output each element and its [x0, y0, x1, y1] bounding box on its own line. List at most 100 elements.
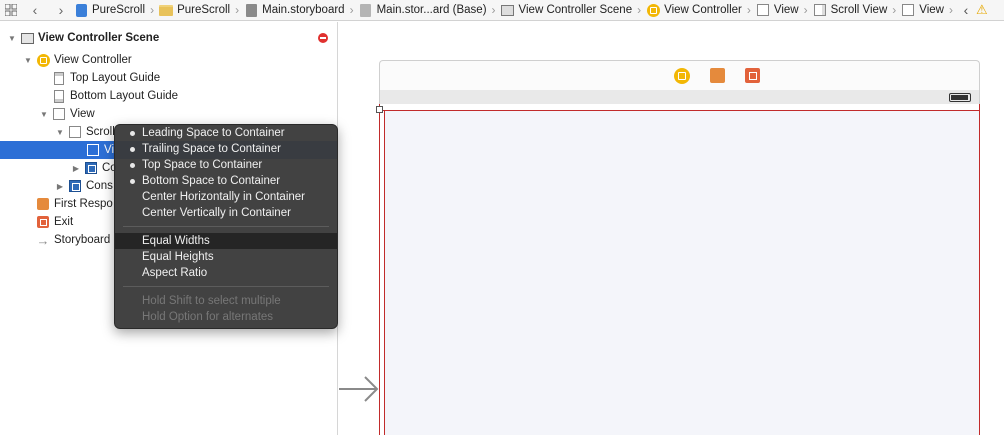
menu-item-label: Trailing Space to Container	[142, 143, 281, 155]
disclosure-triangle-icon[interactable]	[39, 110, 49, 119]
crumb-folder[interactable]: PureScroll ›	[159, 0, 244, 20]
outline-label: Vi	[104, 144, 115, 156]
crumb-label: PureScroll	[177, 4, 231, 16]
forward-chevron-icon[interactable]: ›	[48, 0, 74, 20]
outline-label: Storyboard	[54, 234, 111, 246]
crumb-content-view[interactable]: View ›	[901, 0, 958, 20]
menu-item-label: Hold Option for alternates	[142, 311, 274, 323]
menu-hint-option: Hold Option for alternates	[115, 309, 337, 325]
crumb-label: Scroll View	[830, 4, 888, 16]
first-responder-icon	[36, 197, 50, 211]
menu-item-label: Equal Heights	[142, 251, 214, 263]
exit-icon[interactable]	[745, 68, 760, 83]
storyboard-canvas[interactable]	[339, 22, 1004, 435]
related-items-grid-icon[interactable]	[0, 0, 22, 20]
menu-item-bottom-space[interactable]: Bottom Space to Container	[115, 173, 337, 189]
chevron-right-icon: ›	[349, 3, 354, 17]
disclosure-triangle-icon[interactable]	[55, 182, 65, 191]
outline-label: View Controller Scene	[38, 32, 160, 44]
outline-bottom-layout-guide-row[interactable]: Bottom Layout Guide	[0, 87, 338, 105]
exit-icon	[36, 215, 50, 229]
view-icon	[756, 3, 770, 17]
crumb-storyboard[interactable]: Main.storyboard ›	[244, 0, 358, 20]
crumb-label: View Controller	[664, 4, 742, 16]
menu-item-label: Center Vertically in Container	[142, 207, 291, 219]
crumb-view-controller[interactable]: View Controller ›	[646, 0, 756, 20]
menu-item-leading-space[interactable]: Leading Space to Container	[115, 125, 337, 141]
menu-item-label: Bottom Space to Container	[142, 175, 281, 187]
disclosure-triangle-icon[interactable]	[55, 128, 65, 137]
view-icon	[86, 143, 100, 157]
outline-view-row[interactable]: View	[0, 105, 338, 123]
outline-label: View	[70, 108, 95, 120]
menu-item-trailing-space[interactable]: Trailing Space to Container	[115, 141, 337, 157]
menu-item-label: Leading Space to Container	[142, 127, 285, 139]
chevron-right-icon: ›	[948, 3, 953, 17]
chevron-right-icon: ›	[746, 3, 751, 17]
outline-label: First Respo	[54, 198, 113, 210]
scroll-view-icon	[68, 125, 82, 139]
menu-item-equal-heights[interactable]: Equal Heights	[115, 249, 337, 265]
jump-bar: ‹ › PureScroll › PureScroll › Main.story…	[0, 0, 1004, 21]
arrow-right-icon: →	[36, 232, 50, 248]
warning-icon[interactable]: ⚠	[976, 2, 988, 18]
outline-label: Exit	[54, 216, 74, 228]
disclosure-triangle-icon[interactable]	[23, 56, 33, 65]
back-chevron-icon[interactable]: ‹	[958, 0, 974, 20]
outline-label: Scroll	[86, 126, 115, 138]
view-controller-icon	[646, 3, 660, 17]
menu-item-label: Top Space to Container	[142, 159, 263, 171]
outline-view-controller-row[interactable]: View Controller	[0, 51, 338, 69]
first-responder-icon[interactable]	[710, 68, 725, 83]
project-file-icon	[74, 3, 88, 17]
scroll-view[interactable]	[384, 110, 980, 435]
scroll-view-icon	[813, 3, 827, 17]
disclosure-triangle-icon[interactable]	[71, 164, 81, 173]
bullet-icon	[130, 147, 135, 152]
menu-item-center-horizontally[interactable]: Center Horizontally in Container	[115, 189, 337, 205]
back-chevron-icon[interactable]: ‹	[22, 0, 48, 20]
chevron-right-icon: ›	[150, 3, 155, 17]
crumb-scroll-view[interactable]: Scroll View ›	[813, 0, 902, 20]
status-bar	[379, 90, 980, 104]
view-controller-icon	[36, 53, 50, 67]
menu-hint-shift: Hold Shift to select multiple	[115, 293, 337, 309]
outline-label: View Controller	[54, 54, 132, 66]
crumb-label: PureScroll	[92, 4, 146, 16]
crumb-label: View	[773, 4, 799, 16]
constraints-icon	[68, 179, 82, 193]
chevron-right-icon: ›	[491, 3, 496, 17]
bullet-icon	[130, 163, 135, 168]
menu-item-top-space[interactable]: Top Space to Container	[115, 157, 337, 173]
storyboard-icon	[244, 3, 258, 17]
crumb-label: View Controller Scene	[518, 4, 633, 16]
layout-guide-icon	[52, 89, 66, 103]
outline-scene-row[interactable]: View Controller Scene	[0, 29, 338, 47]
constraint-line	[383, 110, 391, 111]
crumb-label: Main.stor...ard (Base)	[376, 4, 487, 16]
chevron-right-icon: ›	[892, 3, 897, 17]
outline-top-layout-guide-row[interactable]: Top Layout Guide	[0, 69, 338, 87]
scene-icon	[501, 3, 515, 17]
layout-guide-icon	[52, 71, 66, 85]
outline-label: Cons	[86, 180, 113, 192]
crumb-project[interactable]: PureScroll ›	[74, 0, 159, 20]
menu-item-center-vertically[interactable]: Center Vertically in Container	[115, 205, 337, 221]
bullet-icon	[130, 179, 135, 184]
menu-separator	[123, 286, 329, 287]
entry-point-arrow-icon[interactable]	[339, 374, 381, 404]
chevron-right-icon: ›	[803, 3, 808, 17]
view-controller-icon[interactable]	[674, 68, 690, 84]
menu-item-aspect-ratio[interactable]: Aspect Ratio	[115, 265, 337, 281]
error-icon[interactable]	[318, 33, 328, 43]
constraint-menu: Leading Space to Container Trailing Spac…	[114, 124, 338, 329]
disclosure-triangle-icon[interactable]	[7, 34, 17, 43]
crumb-storyboard-base[interactable]: Main.stor...ard (Base) ›	[359, 0, 501, 20]
resize-handle[interactable]	[376, 106, 383, 113]
menu-item-equal-widths[interactable]: Equal Widths	[115, 233, 337, 249]
menu-separator	[123, 226, 329, 227]
view-icon	[901, 3, 915, 17]
storyboard-base-icon	[359, 3, 373, 17]
crumb-view[interactable]: View ›	[756, 0, 813, 20]
crumb-scene[interactable]: View Controller Scene ›	[501, 0, 647, 20]
